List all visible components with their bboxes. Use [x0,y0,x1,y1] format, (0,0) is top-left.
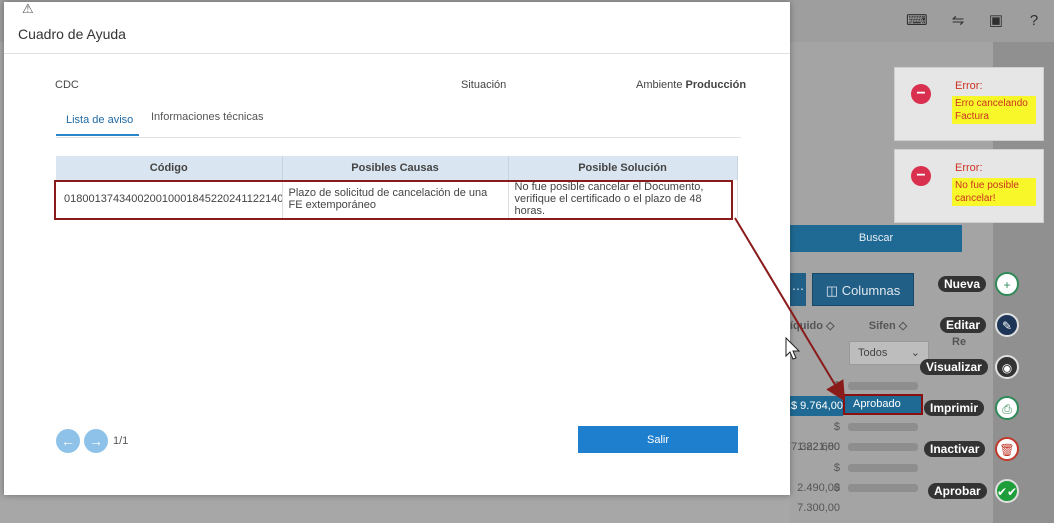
error-toast[interactable]: − Error: Erro cancelando Factura [894,67,1044,141]
situacion-label: Situación [461,79,507,91]
toast-title: Error: [955,162,983,174]
printer-icon[interactable]: ⎙ [995,396,1019,420]
error-icon: − [911,84,931,104]
tab-informaciones-tecnicas[interactable]: Informaciones técnicas [151,111,264,123]
sifen-filter-select[interactable]: Todos ⌄ [849,341,929,365]
trash-icon[interactable]: 🗑 [995,437,1019,461]
chevron-down-icon: ⌄ [910,347,920,359]
active-tab-indicator [56,134,139,136]
column-header-liquido[interactable]: íquido ◇ [790,314,840,338]
table-row[interactable]: 01800137434002001000184522024112214016 P… [56,180,738,218]
toast-message: Erro cancelando Factura [952,96,1036,124]
causa-cell: Plazo de solicitud de cancelación de una… [282,180,509,218]
tab-divider [56,137,741,138]
columns-button[interactable]: ◫ Columnas [812,273,914,306]
eye-icon[interactable]: ◉ [995,355,1019,379]
double-check-icon[interactable]: ✔✔ [995,479,1019,503]
columns-icon: ◫ [825,283,842,298]
cdc-label: CDC [55,79,79,91]
tab-lista-de-aviso[interactable]: Lista de aviso [66,114,133,126]
keyboard-icon[interactable]: ⌨ [906,12,928,30]
action-label-nueva[interactable]: Nueva [938,276,987,292]
action-label-visualizar[interactable]: Visualizar [920,359,988,375]
page-indicator: 1/1 [113,435,129,447]
error-toast[interactable]: − Error: No fue posible cancelar! [894,149,1044,223]
table-row[interactable]: $ 1.821,00 [790,417,990,453]
columns-label: Columnas [841,283,901,298]
column-header-solucion: Posible Solución [508,156,738,180]
next-page-button[interactable]: → [84,429,108,453]
error-icon: − [911,166,931,186]
warning-icon: ⚠ [22,1,34,16]
table-row[interactable]: $ 400.000, [790,376,990,412]
toast-title: Error: [955,80,983,92]
help-icon[interactable]: ? [1024,12,1044,30]
plus-icon[interactable]: + [995,272,1019,296]
table-row[interactable]: $ 2.490,00 [790,458,990,494]
dialog-title: Cuadro de Ayuda [18,26,126,42]
status-badge-aprobado[interactable]: Aprobado [843,394,923,415]
column-header-codigo: Código [56,156,283,180]
action-label-inactivar[interactable]: Inactivar [924,441,986,457]
ambiente-label: Ambiente [636,79,683,91]
help-dialog: ⚠ Cuadro de Ayuda CDC Situación Ambiente… [4,2,790,495]
ambiente-value: Producción [685,79,747,91]
action-label-aprobar[interactable]: Aprobar [928,483,987,499]
action-label-editar[interactable]: Editar [940,317,987,333]
route-icon[interactable]: ⇋ [948,12,968,30]
exit-button[interactable]: Salir [578,426,738,453]
search-button[interactable]: Buscar [790,225,962,252]
pencil-icon[interactable]: ✎ [995,313,1019,337]
document-icon[interactable]: ▣ [986,12,1006,30]
column-header-causas: Posibles Causas [282,156,509,180]
warnings-table: Código Posibles Causas Posible Solución … [56,156,738,218]
more-options-button[interactable]: ⋯ [790,273,806,306]
column-header-re: Re [952,336,967,348]
selected-row-amount[interactable]: $ 9.764,00 [790,396,843,416]
column-header-sifen[interactable]: Sifen ◇ [843,314,933,338]
divider [4,53,790,54]
ambiente-field: Ambiente Producción [636,79,746,91]
prev-page-button[interactable]: ← [56,429,80,453]
solucion-cell: No fue posible cancelar el Documento, ve… [508,180,738,218]
codigo-cell: 01800137434002001000184522024112214016 [56,180,283,218]
toast-message: No fue posible cancelar! [952,178,1036,206]
action-label-imprimir[interactable]: Imprimir [924,400,985,416]
